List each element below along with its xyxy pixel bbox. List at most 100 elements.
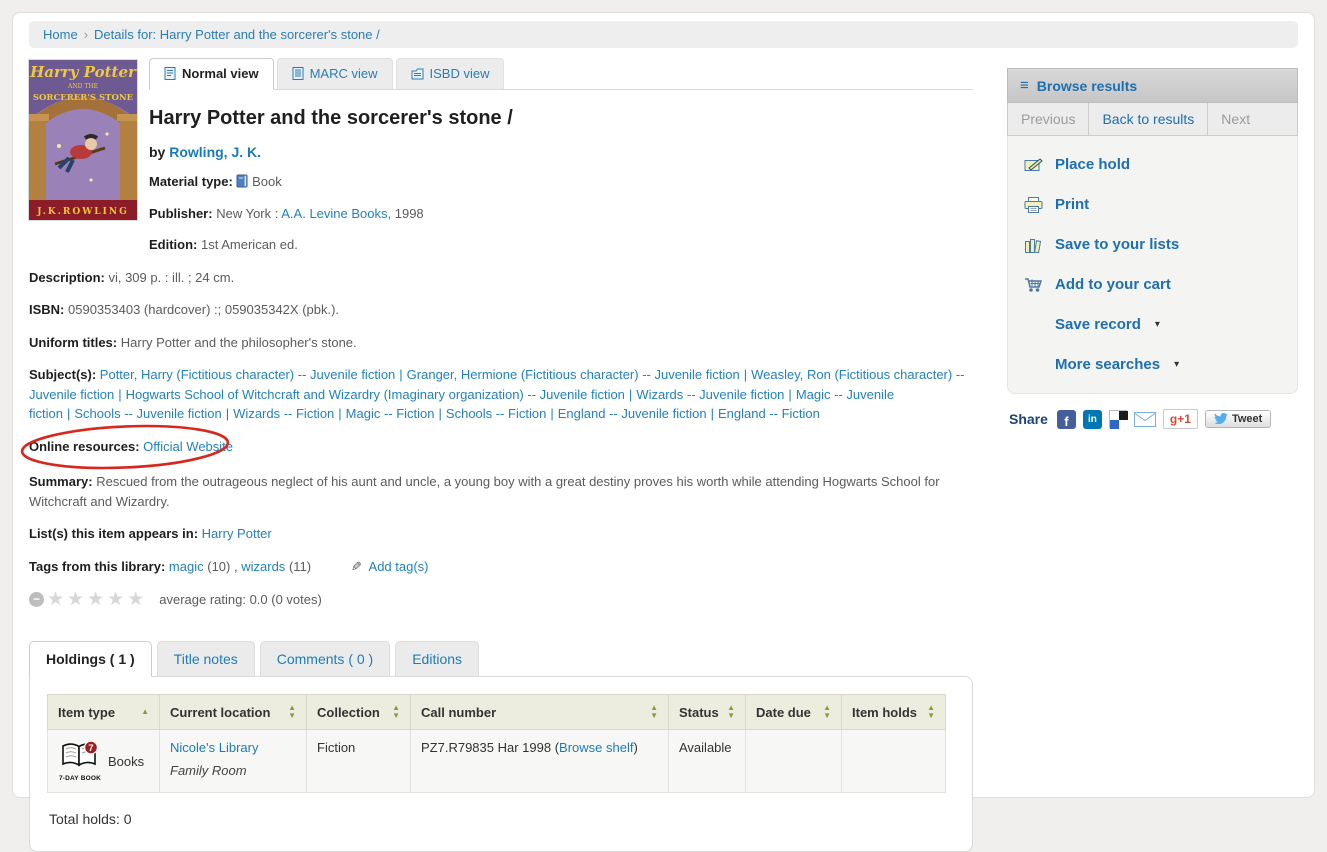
cell-current-location: Nicole's Library Family Room xyxy=(160,730,307,793)
tab-isbd-view[interactable]: ISBD view xyxy=(396,58,505,89)
place-hold-link[interactable]: Place hold xyxy=(1024,156,1281,173)
add-tags-link[interactable]: ✎ Add tag(s) xyxy=(351,559,429,574)
email-share-button[interactable] xyxy=(1134,412,1156,427)
seven-day-book-icon: 7 7-DAY BOOK xyxy=(58,740,102,782)
printer-icon xyxy=(1024,197,1043,213)
google-plus-one-button[interactable]: g+1 xyxy=(1163,409,1198,429)
delicious-share-button[interactable] xyxy=(1109,410,1127,428)
tab-normal-view[interactable]: Normal view xyxy=(149,58,274,90)
save-to-lists-link[interactable]: Save to your lists xyxy=(1024,236,1281,253)
marc-view-icon xyxy=(292,67,304,80)
star-icon[interactable]: ★ xyxy=(127,592,144,607)
star-icon[interactable]: ★ xyxy=(107,592,124,607)
column-header-call-number[interactable]: Call number▲▼ xyxy=(411,695,669,730)
list-harry-potter-link[interactable]: Harry Potter xyxy=(202,526,272,541)
column-header-current-location[interactable]: Current location▲▼ xyxy=(160,695,307,730)
chevron-down-icon: ▾ xyxy=(1155,319,1160,330)
tab-holdings[interactable]: Holdings ( 1 ) xyxy=(29,641,152,677)
library-link[interactable]: Nicole's Library xyxy=(170,740,258,755)
subject-link[interactable]: Schools -- Juvenile fiction xyxy=(74,406,221,421)
book-cover-image[interactable]: Harry Potter AND THE SORCERER'S STONE J.… xyxy=(29,60,137,220)
tab-editions[interactable]: Editions xyxy=(395,641,479,676)
column-header-item-type[interactable]: Item type▲ xyxy=(48,695,160,730)
column-header-item-holds[interactable]: Item holds▲▼ xyxy=(842,695,946,730)
next-button[interactable]: Next xyxy=(1208,103,1263,135)
actions-panel: Place hold Print Save to your lists Add … xyxy=(1007,136,1298,394)
place-hold-icon xyxy=(1024,157,1043,172)
holdings-table: Item type▲ Current location▲▼ Collection… xyxy=(47,694,946,793)
holdings-tabs: Holdings ( 1 ) Title notes Comments ( 0 … xyxy=(29,641,973,676)
lists-field: List(s) this item appears in: Harry Pott… xyxy=(29,524,973,544)
facebook-share-button[interactable]: f xyxy=(1057,410,1076,429)
uniform-titles-field: Uniform titles: Harry Potter and the phi… xyxy=(29,333,973,353)
sort-both-icon: ▲▼ xyxy=(727,704,735,720)
print-link[interactable]: Print xyxy=(1024,196,1281,213)
twitter-bird-icon xyxy=(1214,413,1228,425)
cell-date-due xyxy=(746,730,842,793)
star-icon[interactable]: ★ xyxy=(87,592,104,607)
breadcrumb-current-link[interactable]: Details for: Harry Potter and the sorcer… xyxy=(94,27,380,42)
save-record-dropdown[interactable]: Save record ▾ xyxy=(1024,316,1281,333)
svg-text:AND THE: AND THE xyxy=(67,83,98,90)
official-website-link[interactable]: Official Website xyxy=(143,439,233,454)
column-header-collection[interactable]: Collection▲▼ xyxy=(307,695,411,730)
page-title: Harry Potter and the sorcerer's stone / xyxy=(149,107,973,130)
publisher-link[interactable]: A.A. Levine Books, xyxy=(281,206,391,221)
tweet-button[interactable]: Tweet xyxy=(1205,410,1271,428)
cart-icon xyxy=(1024,277,1043,293)
subject-link[interactable]: England -- Fiction xyxy=(718,406,820,421)
browse-results-header[interactable]: ≡ Browse results xyxy=(1007,68,1298,103)
tab-comments[interactable]: Comments ( 0 ) xyxy=(260,641,390,676)
back-to-results-link[interactable]: Back to results xyxy=(1089,103,1208,135)
author-line: by Rowling, J. K. xyxy=(149,144,973,160)
sort-both-icon: ▲▼ xyxy=(288,704,296,720)
breadcrumb-separator-icon: › xyxy=(84,27,88,42)
cancel-rating-icon[interactable]: − xyxy=(29,592,44,607)
subject-link[interactable]: Wizards -- Juvenile fiction xyxy=(636,387,784,402)
menu-icon: ≡ xyxy=(1020,77,1029,94)
tag-link[interactable]: magic xyxy=(169,559,204,574)
star-icon[interactable]: ★ xyxy=(67,592,84,607)
subject-link[interactable]: Schools -- Fiction xyxy=(446,406,546,421)
book-cover-art: Harry Potter AND THE SORCERER'S STONE J.… xyxy=(29,60,137,220)
linkedin-share-button[interactable]: in xyxy=(1083,410,1102,429)
column-header-status[interactable]: Status▲▼ xyxy=(669,695,746,730)
share-row: Share f in g+1 Tweet xyxy=(1007,409,1298,429)
isbd-view-icon xyxy=(411,68,424,80)
tag-link[interactable]: wizards xyxy=(241,559,285,574)
previous-button[interactable]: Previous xyxy=(1008,103,1089,135)
online-resources-field: Online resources: Official Website xyxy=(29,437,973,457)
add-to-cart-link[interactable]: Add to your cart xyxy=(1024,276,1281,293)
author-link[interactable]: Rowling, J. K. xyxy=(169,144,261,160)
item-type-caption: 7-DAY BOOK xyxy=(58,775,102,782)
subject-link[interactable]: Magic -- Fiction xyxy=(346,406,435,421)
breadcrumb-home-link[interactable]: Home xyxy=(43,27,78,42)
holdings-section: Holdings ( 1 ) Title notes Comments ( 0 … xyxy=(29,641,973,852)
rating-widget: − ★ ★ ★ ★ ★ average rating: 0.0 (0 votes… xyxy=(29,592,973,607)
subject-link[interactable]: Potter, Harry (Fictitious character) -- … xyxy=(100,367,395,382)
column-header-date-due[interactable]: Date due▲▼ xyxy=(746,695,842,730)
browse-shelf-link[interactable]: Browse shelf xyxy=(559,740,633,755)
subject-link[interactable]: Wizards -- Fiction xyxy=(233,406,334,421)
tab-normal-view-label: Normal view xyxy=(182,66,259,81)
main-panel: Home › Details for: Harry Potter and the s… xyxy=(12,12,1315,798)
cell-item-holds xyxy=(842,730,946,793)
tab-title-notes[interactable]: Title notes xyxy=(157,641,255,676)
subject-link[interactable]: England -- Juvenile fiction xyxy=(558,406,707,421)
description-field: Description: vi, 309 p. : ill. ; 24 cm. xyxy=(29,268,973,288)
star-icon[interactable]: ★ xyxy=(47,592,64,607)
more-searches-dropdown[interactable]: More searches ▾ xyxy=(1024,356,1281,373)
item-type-label: Books xyxy=(108,754,144,769)
svg-text:7: 7 xyxy=(88,743,93,754)
summary-field: Summary: Rescued from the outrageous neg… xyxy=(29,472,973,511)
cell-call-number: PZ7.R79835 Har 1998 (Browse shelf) xyxy=(411,730,669,793)
envelope-icon xyxy=(1134,412,1156,427)
subject-link[interactable]: Hogwarts School of Witchcraft and Wizard… xyxy=(126,387,625,402)
tab-marc-view[interactable]: MARC view xyxy=(277,58,393,89)
svg-text:SORCERER'S STONE: SORCERER'S STONE xyxy=(33,93,134,103)
subject-link[interactable]: Granger, Hermione (Fictitious character)… xyxy=(407,367,740,382)
sort-both-icon: ▲▼ xyxy=(650,704,658,720)
tab-marc-view-label: MARC view xyxy=(310,66,378,81)
browse-results-label: Browse results xyxy=(1037,78,1137,94)
books-icon xyxy=(1024,237,1043,253)
